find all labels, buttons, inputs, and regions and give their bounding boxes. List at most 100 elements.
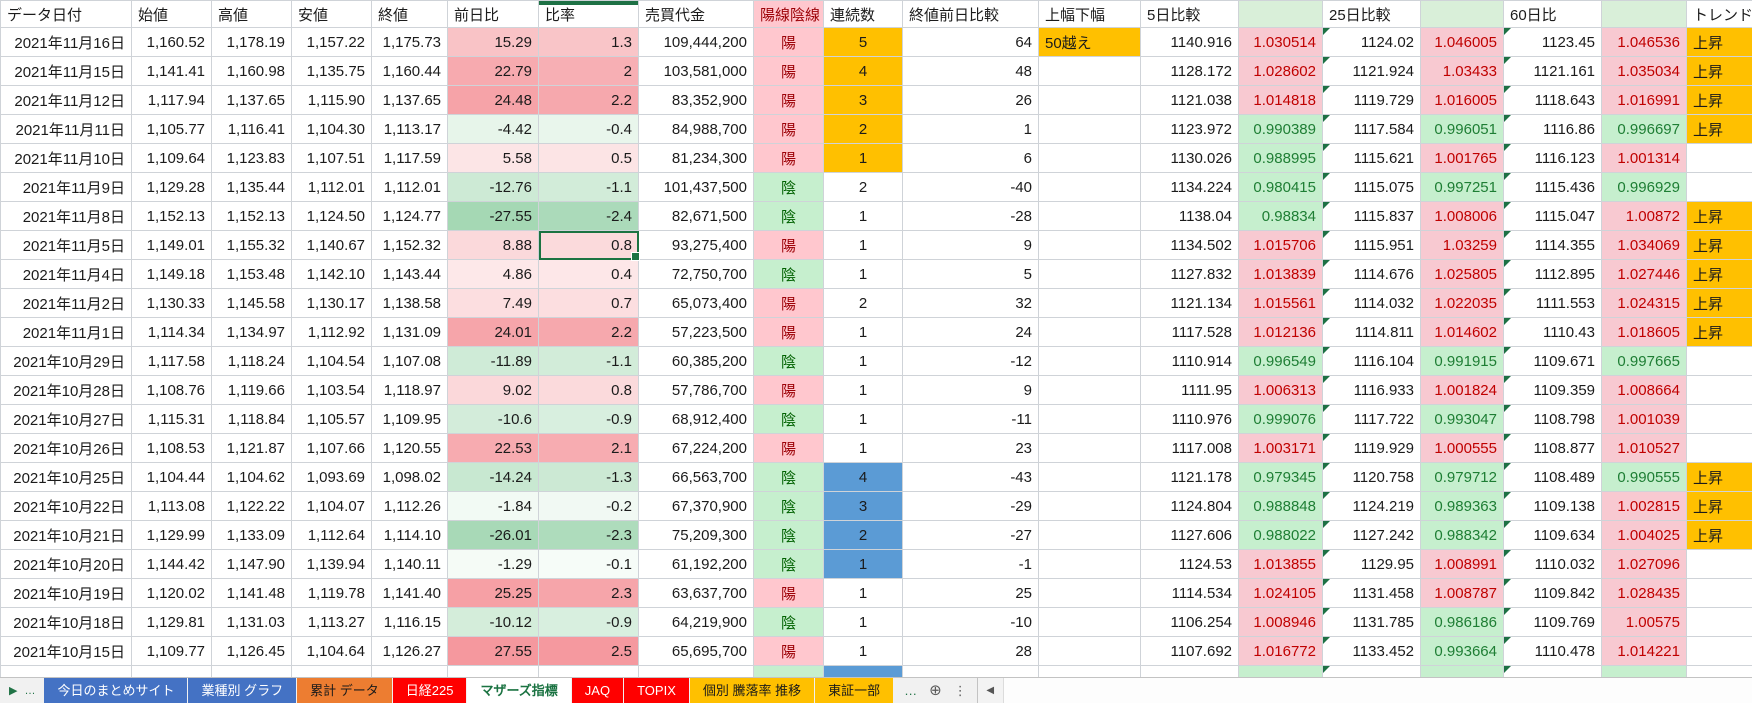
cell-ratio[interactable]: -0.9 xyxy=(539,608,639,637)
cell-d25[interactable]: 1117.584 xyxy=(1323,115,1421,144)
cell-open[interactable]: 1,130.33 xyxy=(132,289,212,318)
cell-d60r[interactable]: 1.018605 xyxy=(1602,318,1687,347)
cell-close[interactable]: 1,109.95 xyxy=(372,405,448,434)
cell-open[interactable]: 1,104.44 xyxy=(132,463,212,492)
cell-close[interactable]: 1,140.11 xyxy=(372,550,448,579)
cell-d5r[interactable]: 1.013839 xyxy=(1239,260,1323,289)
cell-low[interactable]: 1,103.54 xyxy=(292,376,372,405)
cell-d5r[interactable]: 0.979345 xyxy=(1239,463,1323,492)
cell-d25[interactable]: 1116.104 xyxy=(1323,347,1421,376)
cell-d5[interactable]: 1107.692 xyxy=(1141,637,1239,666)
cell-open[interactable]: 1,144.42 xyxy=(132,550,212,579)
cell-ratio[interactable]: -0.4 xyxy=(539,115,639,144)
cell-d5[interactable]: 1140.916 xyxy=(1141,28,1239,57)
cell-close_comp[interactable]: -1 xyxy=(903,550,1039,579)
cell-close_comp[interactable]: -43 xyxy=(903,463,1039,492)
cell-open[interactable]: 1,141.41 xyxy=(132,57,212,86)
cell-date[interactable]: 2021年11月11日 xyxy=(1,115,132,144)
cell-d60[interactable]: 1118.643 xyxy=(1504,86,1602,115)
cell-change[interactable]: 24.01 xyxy=(448,318,539,347)
cell-close[interactable]: 1,117.59 xyxy=(372,144,448,173)
cell-d25r[interactable]: 1.001765 xyxy=(1421,144,1504,173)
cell-d5r[interactable]: 0.999076 xyxy=(1239,405,1323,434)
cell-value[interactable]: 60,385,200 xyxy=(639,347,754,376)
horizontal-scrollbar[interactable]: ◀ xyxy=(977,678,1752,703)
cell-ratio[interactable]: -2.4 xyxy=(539,202,639,231)
cell-streak[interactable]: 1 xyxy=(824,579,903,608)
cell-streak[interactable]: 1 xyxy=(824,231,903,260)
cell-trend[interactable] xyxy=(1687,376,1752,405)
column-header-open[interactable]: 始値 xyxy=(132,1,212,28)
cell-d5r[interactable]: 1.008946 xyxy=(1239,608,1323,637)
cell-ratio[interactable]: 0.8 xyxy=(539,231,639,260)
cell-d25r[interactable]: 0.993664 xyxy=(1421,637,1504,666)
cell-ratio[interactable]: 0.4 xyxy=(539,260,639,289)
cell-width_note[interactable] xyxy=(1039,376,1141,405)
cell-trend[interactable]: 上昇 xyxy=(1687,231,1752,260)
cell-open[interactable]: 1,109.64 xyxy=(132,144,212,173)
cell-low[interactable]: 1,135.75 xyxy=(292,57,372,86)
cell-d25r[interactable]: 1.03433 xyxy=(1421,57,1504,86)
cell-d60[interactable]: 1109.359 xyxy=(1504,376,1602,405)
cell-d60[interactable]: 1114.355 xyxy=(1504,231,1602,260)
cell-d5r[interactable]: 1.028602 xyxy=(1239,57,1323,86)
cell-d60r[interactable]: 1.008664 xyxy=(1602,376,1687,405)
cell-ratio[interactable]: -0.2 xyxy=(539,492,639,521)
cell-close_comp[interactable]: -28 xyxy=(903,202,1039,231)
cell-d60[interactable]: 1109.842 xyxy=(1504,579,1602,608)
cell-d60r[interactable]: 1.046536 xyxy=(1602,28,1687,57)
cell-change[interactable]: -26.01 xyxy=(448,521,539,550)
cell-d25[interactable]: 1116.933 xyxy=(1323,376,1421,405)
cell-value[interactable]: 66,563,700 xyxy=(639,463,754,492)
cell-value[interactable]: 65,695,700 xyxy=(639,637,754,666)
cell-trend[interactable] xyxy=(1687,434,1752,463)
cell-high[interactable]: 1,133.09 xyxy=(212,521,292,550)
cell-date[interactable]: 2021年10月18日 xyxy=(1,608,132,637)
column-header-width_note[interactable]: 上幅下幅 xyxy=(1039,1,1141,28)
cell-low[interactable]: 1,113.27 xyxy=(292,608,372,637)
cell-d25[interactable]: 1124.219 xyxy=(1323,492,1421,521)
scrollbar-track[interactable] xyxy=(1004,678,1752,703)
cell-low[interactable]: 1,124.50 xyxy=(292,202,372,231)
cell-candle[interactable]: 陰 xyxy=(754,608,824,637)
cell-width_note[interactable] xyxy=(1039,173,1141,202)
cell-d5r[interactable]: 0.988848 xyxy=(1239,492,1323,521)
cell-trend[interactable] xyxy=(1687,405,1752,434)
cell-d25r[interactable]: 1.008006 xyxy=(1421,202,1504,231)
cell-candle[interactable]: 陰 xyxy=(754,492,824,521)
cell-high[interactable]: 1,147.90 xyxy=(212,550,292,579)
cell-d60[interactable]: 1109.634 xyxy=(1504,521,1602,550)
cell-d25r[interactable]: 1.022035 xyxy=(1421,289,1504,318)
cell-value[interactable]: 82,671,500 xyxy=(639,202,754,231)
cell-high[interactable]: 1,121.87 xyxy=(212,434,292,463)
cell-d5[interactable]: 1121.134 xyxy=(1141,289,1239,318)
column-header-close_comp[interactable]: 終値前日比較 xyxy=(903,1,1039,28)
cell-value[interactable]: 75,209,300 xyxy=(639,521,754,550)
cell-d25[interactable]: 1127.242 xyxy=(1323,521,1421,550)
cell-high[interactable]: 1,104.62 xyxy=(212,463,292,492)
cell-high[interactable]: 1,118.24 xyxy=(212,347,292,376)
cell-ratio[interactable]: -2.3 xyxy=(539,521,639,550)
cell-width_note[interactable]: 50越え xyxy=(1039,28,1141,57)
cell-high[interactable]: 1,118.84 xyxy=(212,405,292,434)
cell-value[interactable]: 68,912,400 xyxy=(639,405,754,434)
cell-low[interactable]: 1,157.22 xyxy=(292,28,372,57)
cell-low[interactable]: 1,105.57 xyxy=(292,405,372,434)
cell-d5r[interactable]: 0.988022 xyxy=(1239,521,1323,550)
cell-change[interactable]: -14.24 xyxy=(448,463,539,492)
cell-width_note[interactable] xyxy=(1039,405,1141,434)
cell-d60[interactable]: 1110.032 xyxy=(1504,550,1602,579)
cell-low[interactable]: 1,104.07 xyxy=(292,492,372,521)
cell-d5r[interactable]: 1.015561 xyxy=(1239,289,1323,318)
cell-d5[interactable]: 1134.224 xyxy=(1141,173,1239,202)
cell-d5r[interactable] xyxy=(1239,666,1323,678)
cell-high[interactable]: 1,137.65 xyxy=(212,86,292,115)
cell-streak[interactable]: 3 xyxy=(824,86,903,115)
cell-date[interactable]: 2021年11月16日 xyxy=(1,28,132,57)
cell-value[interactable]: 93,275,400 xyxy=(639,231,754,260)
cell-width_note[interactable] xyxy=(1039,318,1141,347)
cell-date[interactable]: 2021年11月9日 xyxy=(1,173,132,202)
cell-change[interactable]: 8.88 xyxy=(448,231,539,260)
cell-width_note[interactable] xyxy=(1039,260,1141,289)
cell-close[interactable]: 1,120.55 xyxy=(372,434,448,463)
